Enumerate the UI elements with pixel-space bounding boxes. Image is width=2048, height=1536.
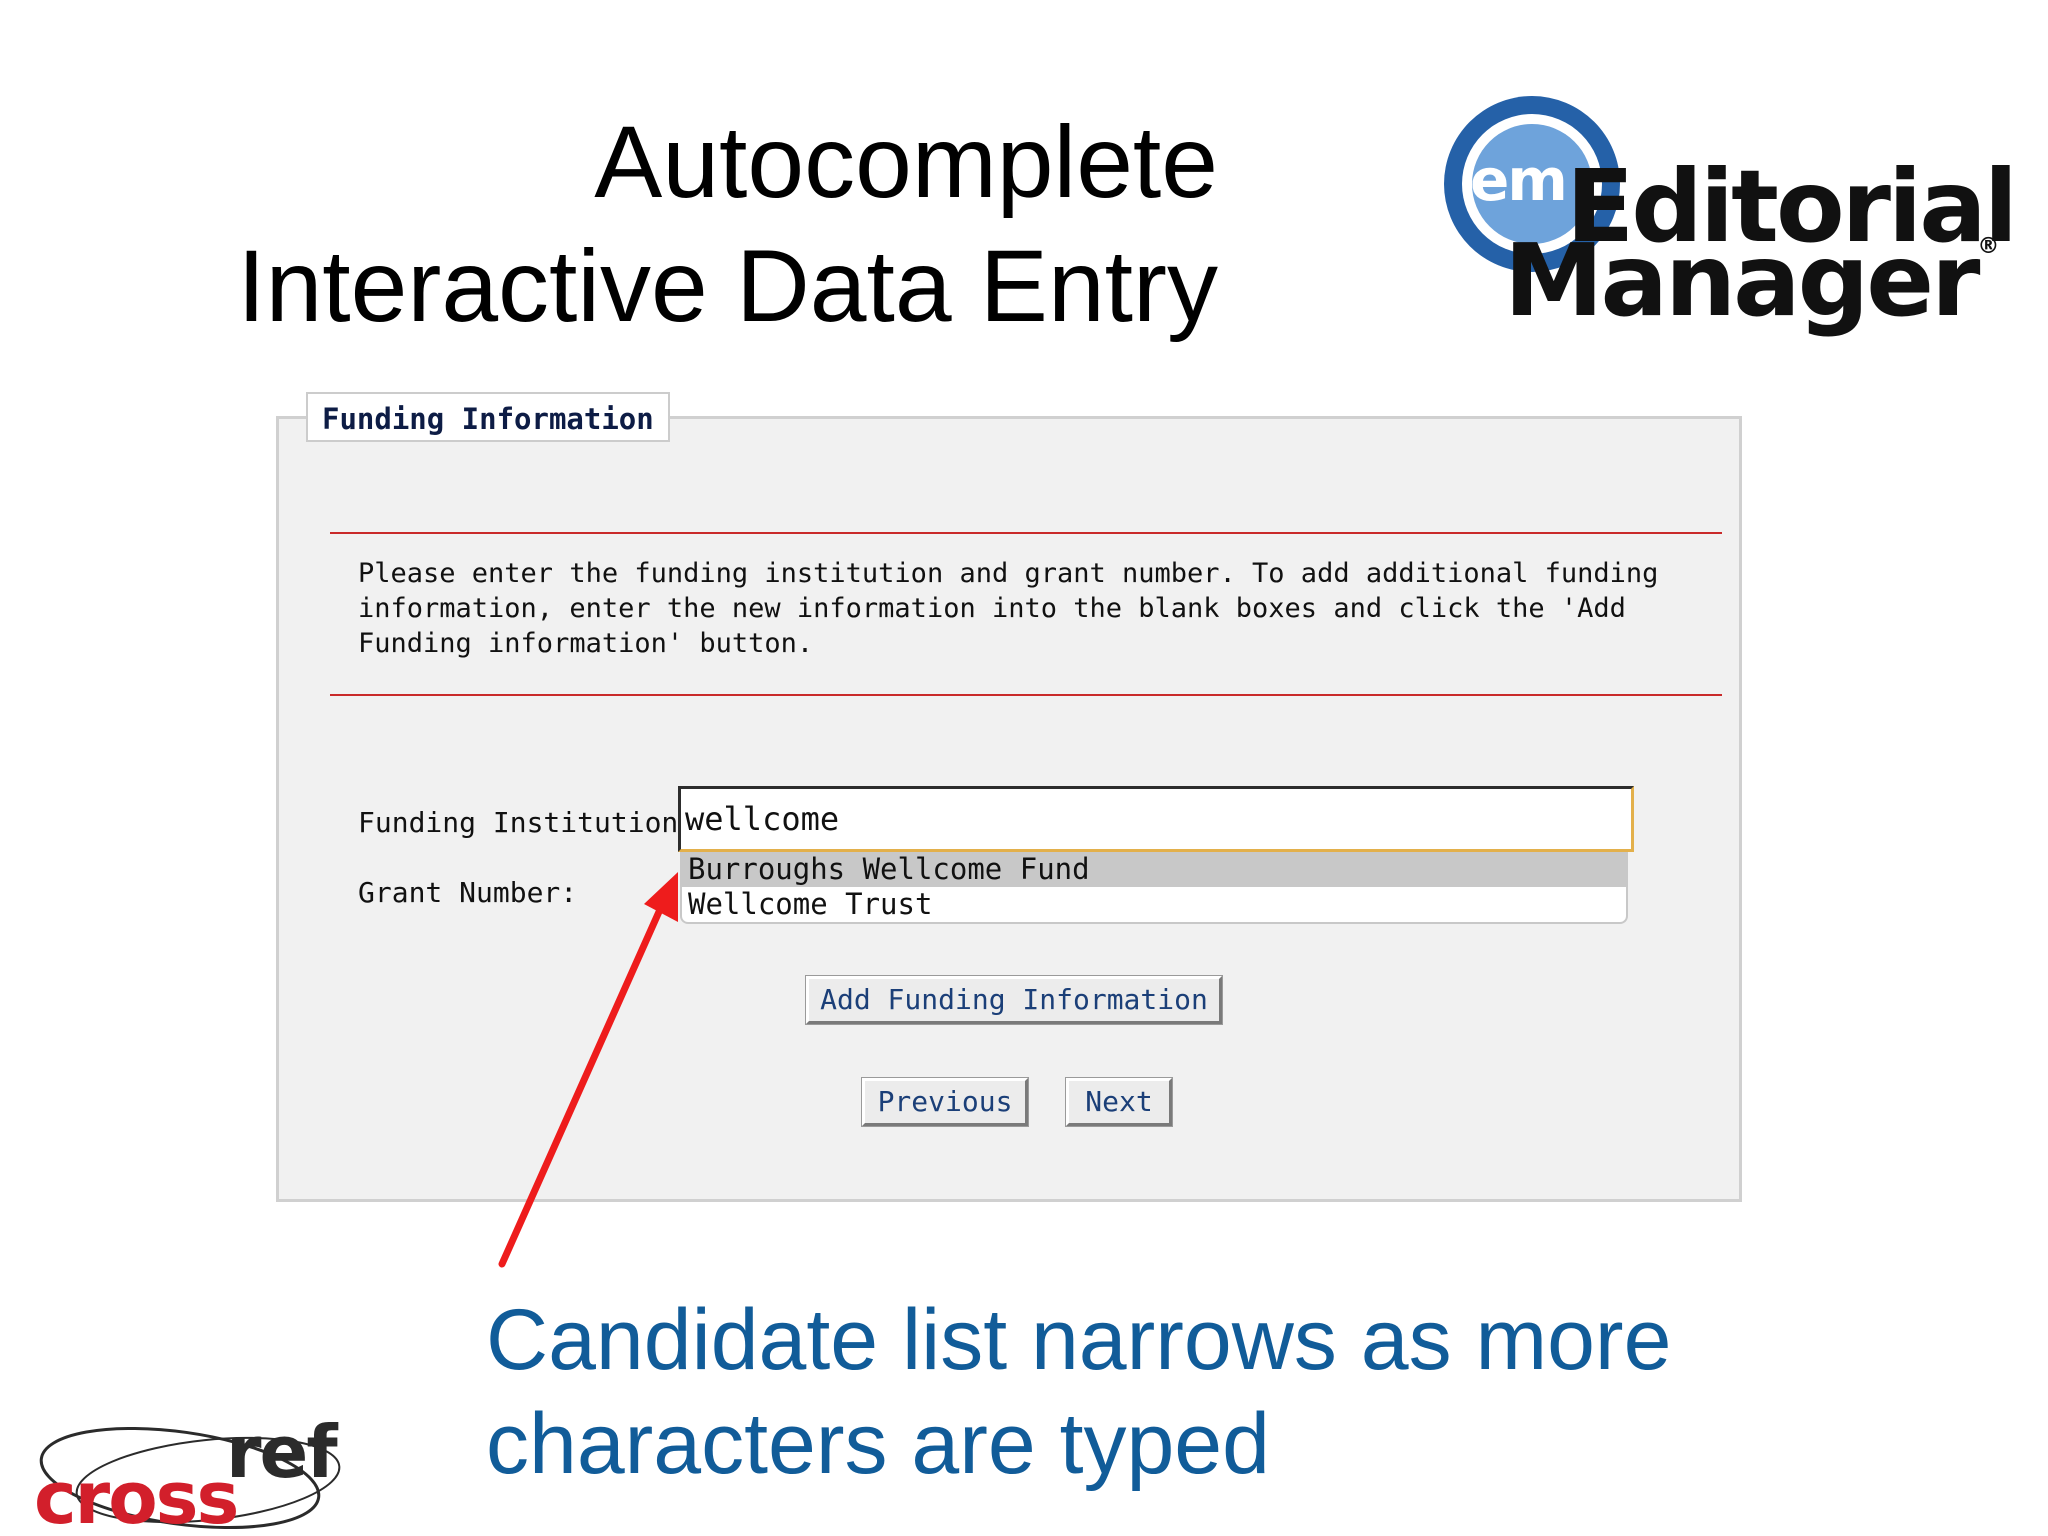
divider-bottom [330,694,1722,696]
slide-title-line-1: Autocomplete [594,105,1218,219]
crossref-logo: cross ref [30,1410,350,1536]
next-button[interactable]: Next [1066,1078,1172,1126]
crossref-logo-ref: ref [226,1410,338,1494]
add-funding-information-button[interactable]: Add Funding Information [806,976,1222,1024]
slide-title: Autocomplete Interactive Data Entry [118,100,1218,348]
em-logo-word-manager: Manager® [1504,222,1999,339]
em-logo-badge: em [1470,146,1568,214]
registered-mark: ® [1977,234,2000,259]
slide-caption: Candidate list narrows as more character… [486,1288,1786,1496]
em-logo-word-manager-text: Manager [1504,222,1980,339]
autocomplete-option[interactable]: Wellcome Trust [682,887,1626,922]
crossref-logo-cross: cross [34,1456,239,1536]
slide-caption-line-2: characters are typed [486,1396,1270,1492]
slide-caption-line-1: Candidate list narrows as more [486,1292,1672,1388]
autocomplete-list: Burroughs Wellcome Fund Wellcome Trust [680,852,1628,924]
grant-number-label: Grant Number: [358,876,578,909]
divider-top [330,532,1722,534]
editorial-manager-logo: em Editorial Manager® [1436,92,2018,352]
slide-title-line-2: Interactive Data Entry [237,229,1218,343]
previous-button[interactable]: Previous [862,1078,1028,1126]
funding-institution-input[interactable] [678,786,1634,852]
autocomplete-option[interactable]: Burroughs Wellcome Fund [682,852,1626,887]
funding-section-title: Funding Information [306,392,670,442]
instructions-text: Please enter the funding institution and… [358,558,1659,659]
funding-institution-label: Funding Institution: [358,806,696,839]
